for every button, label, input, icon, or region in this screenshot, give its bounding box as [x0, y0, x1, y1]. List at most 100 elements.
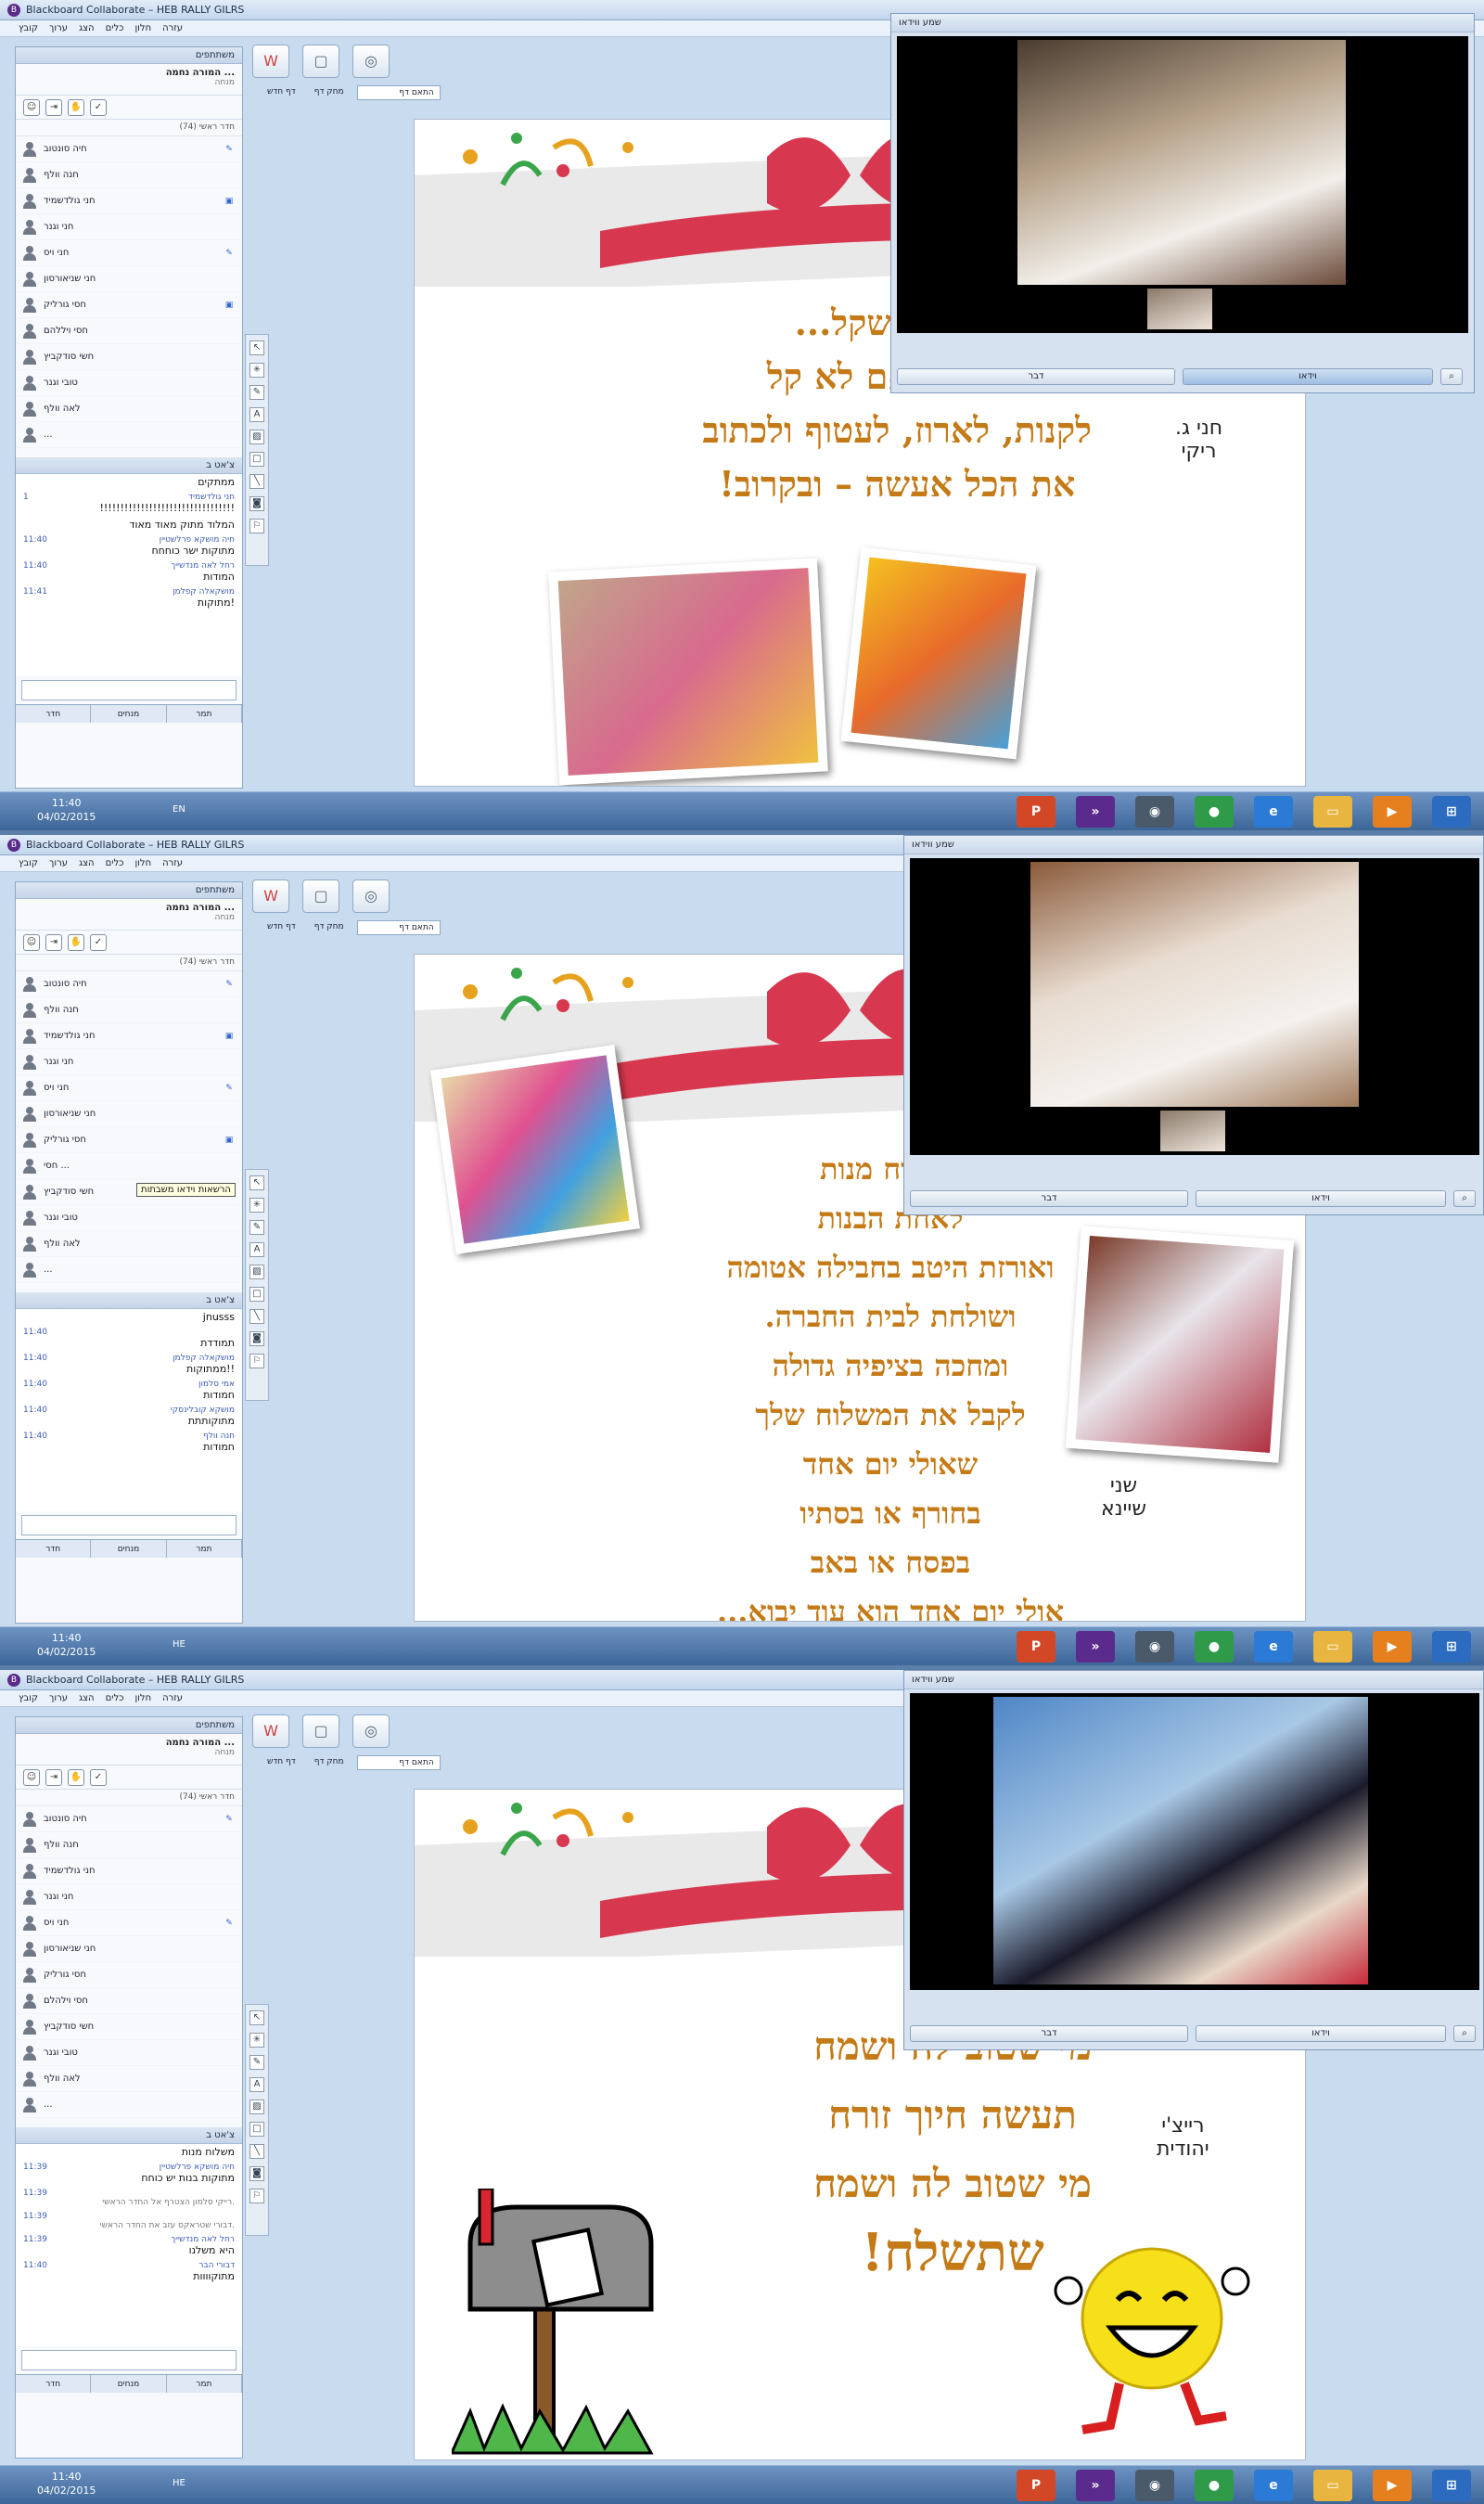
list-item[interactable]: חני שניאורסון — [16, 266, 242, 292]
moderator-row[interactable]: המורה נחמה ... מנחה — [16, 64, 242, 96]
chat-input[interactable] — [21, 680, 237, 700]
list-item[interactable]: חסי ... — [16, 1153, 242, 1179]
tab-moderators[interactable]: מנחים — [91, 705, 167, 723]
list-item[interactable]: חני שניאורסון — [16, 1101, 242, 1127]
fit-page-select[interactable]: התאם דף — [356, 920, 441, 935]
list-item[interactable]: חני וגנר — [16, 1049, 242, 1075]
list-item[interactable]: לאה וולף — [16, 396, 242, 422]
menu-help[interactable]: עזרה — [162, 20, 183, 36]
list-item[interactable]: טובי וגנר — [16, 1205, 242, 1231]
menu-help[interactable]: עזרה — [162, 855, 183, 871]
web-tour-icon[interactable]: ◎ — [352, 880, 390, 913]
list-item[interactable]: חני ויס ✎ — [16, 1075, 242, 1101]
chat-input[interactable] — [21, 1515, 237, 1535]
list-item[interactable]: ... — [16, 2092, 242, 2118]
moderator-row[interactable]: המורה נחמה ... מנחה — [16, 899, 242, 931]
menu-edit[interactable]: ערוך — [49, 1690, 68, 1706]
chat-header[interactable]: צ'אט ב — [16, 2127, 242, 2144]
powerpoint-icon[interactable]: P — [1017, 1631, 1055, 1663]
list-item[interactable]: חני גולדשמיד — [16, 1858, 242, 1884]
check-icon[interactable]: ✓ — [90, 99, 107, 116]
fit-page-select[interactable]: התאם דף — [356, 1755, 441, 1770]
chat-input[interactable] — [21, 2350, 237, 2370]
smiley-icon[interactable]: ☺ — [23, 934, 40, 951]
menu-file[interactable]: קובץ — [19, 20, 38, 36]
list-item[interactable]: חני גולדשמיד ▣ — [16, 188, 242, 214]
list-item[interactable]: טובי וגנר — [16, 370, 242, 396]
chat-header[interactable]: צ'אט ב — [16, 457, 242, 474]
list-item[interactable]: חנה וולף — [16, 1832, 242, 1858]
menu-edit[interactable]: ערוך — [49, 855, 68, 871]
list-item[interactable]: חני ויס ✎ — [16, 240, 242, 266]
whiteboard-icon[interactable]: W — [252, 1714, 289, 1748]
new-page-tab[interactable]: דף חדש — [262, 85, 301, 100]
clip-icon[interactable]: ⚐ — [249, 1354, 264, 1368]
list-item[interactable]: חסי גורליק ▣ — [16, 1127, 242, 1153]
chrome-icon[interactable]: ● — [1195, 1631, 1234, 1663]
list-item[interactable]: חני וגנר — [16, 214, 242, 240]
list-item[interactable]: חסי גורליק — [16, 1962, 242, 1988]
collaborate-icon[interactable]: » — [1076, 1631, 1115, 1663]
tab-room[interactable]: חדר — [16, 2375, 92, 2393]
windows-start-icon[interactable]: ⊞ — [1432, 1631, 1471, 1663]
line-icon[interactable]: ╲ — [249, 474, 264, 489]
list-item[interactable]: חני ויס ✎ — [16, 1910, 242, 1936]
list-item[interactable]: לאה וולף — [16, 1231, 242, 1257]
windows-start-icon[interactable]: ⊞ — [1432, 2470, 1471, 2501]
check-icon[interactable]: ✓ — [90, 1769, 107, 1786]
fill-icon[interactable]: ▨ — [249, 430, 264, 444]
tab-other[interactable]: תמר — [167, 2375, 242, 2393]
list-item[interactable]: חני גולדשמיד ▣ — [16, 1023, 242, 1049]
folder-icon[interactable]: ▭ — [1313, 796, 1352, 828]
app-share-icon[interactable]: ▢ — [302, 880, 339, 913]
menu-view[interactable]: הצג — [79, 20, 95, 36]
pointer-icon[interactable]: ↖ — [249, 340, 264, 355]
check-icon[interactable]: ✓ — [90, 934, 107, 951]
new-page-tab[interactable]: דף חדש — [262, 920, 301, 935]
step-away-icon[interactable]: ⇥ — [45, 99, 62, 116]
line-icon[interactable]: ╲ — [249, 1309, 264, 1324]
language-indicator[interactable]: HE — [173, 2478, 186, 2488]
whiteboard-icon[interactable]: W — [252, 880, 289, 913]
delete-page-tab[interactable]: מחק דף — [309, 85, 350, 100]
fill-icon[interactable]: ▨ — [249, 2100, 264, 2114]
step-away-icon[interactable]: ⇥ — [45, 934, 62, 951]
menu-window[interactable]: חלון — [134, 1690, 151, 1706]
text-icon[interactable]: A — [249, 2077, 264, 2092]
language-indicator[interactable]: EN — [173, 804, 186, 815]
raise-hand-icon[interactable]: ✋ — [68, 934, 84, 951]
media-player-icon[interactable]: ▶ — [1373, 1631, 1412, 1663]
webcam-icon[interactable]: ◉ — [1135, 2470, 1174, 2501]
clip-icon[interactable]: ⚐ — [249, 2189, 264, 2203]
menu-window[interactable]: חלון — [134, 20, 151, 36]
rectangle-icon[interactable]: □ — [249, 452, 264, 467]
menu-file[interactable]: קובץ — [19, 855, 38, 871]
list-item[interactable]: חני וגנר — [16, 1884, 242, 1910]
collaborate-icon[interactable]: » — [1076, 796, 1115, 828]
app-share-icon[interactable]: ▢ — [302, 45, 339, 78]
pointer-icon[interactable]: ↖ — [249, 2010, 264, 2025]
list-item[interactable]: חסי גורליק ▣ — [16, 292, 242, 318]
webcam-icon[interactable]: ◉ — [1135, 796, 1174, 828]
video-button[interactable]: וידאו — [1196, 1190, 1446, 1207]
text-icon[interactable]: A — [249, 1242, 264, 1257]
menu-tools[interactable]: כלים — [106, 1690, 124, 1706]
tab-moderators[interactable]: מנחים — [91, 2375, 167, 2393]
smiley-icon[interactable]: ☺ — [23, 1769, 40, 1786]
list-item[interactable]: חיה סונטוב ✎ — [16, 1806, 242, 1832]
chrome-icon[interactable]: ● — [1195, 2470, 1234, 2501]
tab-other[interactable]: תמר — [167, 705, 242, 723]
participants-header[interactable]: משתתפים — [16, 47, 242, 64]
list-item[interactable]: ... — [16, 422, 242, 448]
camera-icon[interactable]: ◙ — [249, 496, 264, 511]
fill-icon[interactable]: ▨ — [249, 1265, 264, 1279]
step-away-icon[interactable]: ⇥ — [45, 1769, 62, 1786]
participants-header[interactable]: משתתפים — [16, 882, 242, 899]
rectangle-icon[interactable]: □ — [249, 2122, 264, 2137]
list-item[interactable]: חני שניאורסון — [16, 1936, 242, 1962]
delete-page-tab[interactable]: מחק דף — [309, 1755, 350, 1770]
pen-icon[interactable]: ✎ — [249, 385, 264, 400]
chrome-icon[interactable]: ● — [1195, 796, 1234, 828]
app-share-icon[interactable]: ▢ — [302, 1714, 339, 1748]
fit-page-select[interactable]: התאם דף — [356, 85, 441, 100]
